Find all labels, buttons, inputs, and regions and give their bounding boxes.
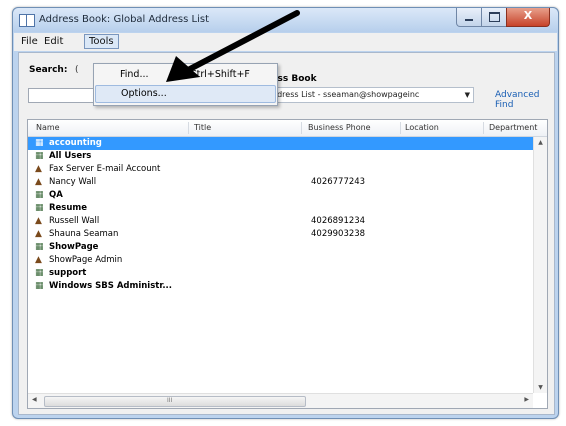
menu-file[interactable]: File — [18, 36, 41, 47]
column-header-business-phone[interactable]: Business Phone — [308, 123, 371, 132]
contact-name: Shauna Seaman — [49, 229, 119, 239]
group-contact-icon: ▦ — [35, 138, 44, 148]
group-contact-icon: ▦ — [35, 151, 44, 161]
address-book-window: Address Book: Global Address List X File… — [12, 7, 559, 419]
contact-name: ShowPage Admin — [49, 255, 123, 265]
contact-name: support — [49, 268, 87, 278]
group-contact-icon: ▦ — [35, 190, 44, 200]
address-book-icon — [19, 14, 35, 27]
scroll-right-icon[interactable]: ▶ — [524, 396, 529, 403]
group-contact-icon: ▦ — [35, 203, 44, 213]
user-contact-icon: ▲ — [35, 229, 42, 239]
search-mode-radio[interactable]: ( — [75, 65, 79, 75]
maximize-icon — [489, 12, 500, 22]
vertical-scrollbar[interactable]: ▲ ▼ — [533, 137, 547, 393]
list-item[interactable]: ▲ Nancy Wall 4026777243 — [28, 176, 533, 189]
contact-name: ShowPage — [49, 242, 99, 252]
contact-name: QA — [49, 190, 63, 200]
contact-name: Russell Wall — [49, 216, 100, 226]
column-header-department[interactable]: Department — [489, 123, 537, 132]
list-item[interactable]: ▦ All Users — [28, 150, 533, 163]
scroll-grip: III — [167, 397, 173, 404]
column-divider[interactable] — [483, 122, 484, 134]
close-button[interactable]: X — [506, 8, 550, 27]
scroll-down-icon[interactable]: ▼ — [534, 384, 547, 391]
business-phone: 4026777243 — [311, 177, 366, 187]
list-item[interactable]: ▦ Resume — [28, 202, 533, 215]
scroll-up-icon[interactable]: ▲ — [534, 139, 547, 146]
advanced-find-link[interactable]: Advanced Find — [495, 90, 554, 110]
list-rows: ▦ accounting ▦ All Users ▲ Fax Server E-mail … — [28, 137, 533, 293]
user-contact-icon: ▲ — [35, 255, 42, 265]
maximize-button[interactable] — [481, 8, 507, 27]
list-item[interactable]: ▦ QA — [28, 189, 533, 202]
contact-name: accounting — [49, 138, 102, 148]
list-item[interactable]: ▦ accounting — [28, 137, 533, 150]
close-icon: X — [523, 9, 533, 22]
user-contact-icon: ▲ — [35, 177, 42, 187]
list-item[interactable]: ▦ Windows SBS Administr... — [28, 280, 533, 293]
business-phone: 4026891234 — [311, 216, 366, 226]
horizontal-scrollbar[interactable]: ◀ III ▶ — [28, 393, 533, 408]
contact-name: Resume — [49, 203, 88, 213]
minimize-button[interactable] — [456, 8, 482, 27]
search-label: Search: — [29, 65, 68, 75]
group-contact-icon: ▦ — [35, 242, 44, 252]
address-book-select[interactable]: al Address List - sseaman@showpageinc ▼ — [252, 87, 474, 103]
menu-edit[interactable]: Edit — [41, 36, 66, 47]
address-list: Name Title Business Phone Location Depar… — [27, 119, 548, 409]
list-item[interactable]: ▦ ShowPage — [28, 241, 533, 254]
contact-name: Windows SBS Administr... — [49, 281, 173, 291]
contact-name: Nancy Wall — [49, 177, 97, 187]
column-header-name[interactable]: Name — [36, 123, 60, 132]
list-item[interactable]: ▲ Russell Wall 4026891234 — [28, 215, 533, 228]
group-contact-icon: ▦ — [35, 268, 44, 278]
list-header: Name Title Business Phone Location Depar… — [28, 120, 547, 137]
column-divider[interactable] — [301, 122, 302, 134]
address-book-select-value: al Address List - sseaman@showpageinc — [257, 90, 420, 99]
list-item[interactable]: ▲ Shauna Seaman 4029903238 — [28, 228, 533, 241]
options-label: Options... — [121, 88, 167, 99]
column-divider[interactable] — [400, 122, 401, 134]
column-header-title[interactable]: Title — [194, 123, 211, 132]
column-header-location[interactable]: Location — [405, 123, 439, 132]
user-contact-icon: ▲ — [35, 164, 42, 174]
menu-item-options[interactable]: Options... — [95, 85, 276, 103]
contact-name: Fax Server E-mail Account — [49, 164, 161, 174]
title-bar[interactable]: Address Book: Global Address List X — [13, 8, 558, 32]
list-item[interactable]: ▲ ShowPage Admin — [28, 254, 533, 267]
group-contact-icon: ▦ — [35, 281, 44, 291]
window-title: Address Book: Global Address List — [39, 14, 209, 25]
list-item[interactable]: ▦ support — [28, 267, 533, 280]
find-label: Find... — [120, 69, 149, 80]
business-phone: 4029903238 — [311, 229, 366, 239]
menu-bar: File Edit Tools — [14, 33, 557, 51]
column-divider[interactable] — [188, 122, 189, 134]
list-item[interactable]: ▲ Fax Server E-mail Account — [28, 163, 533, 176]
scroll-left-icon[interactable]: ◀ — [32, 396, 37, 403]
tools-dropdown-menu: Find... Ctrl+Shift+F Options... — [93, 63, 278, 106]
menu-item-find[interactable]: Find... Ctrl+Shift+F — [95, 66, 276, 84]
menu-tools[interactable]: Tools — [84, 34, 119, 49]
find-shortcut: Ctrl+Shift+F — [190, 69, 250, 80]
user-contact-icon: ▲ — [35, 216, 42, 226]
horizontal-scroll-thumb[interactable]: III — [44, 396, 306, 407]
minimize-icon — [465, 19, 473, 21]
contact-name: All Users — [49, 151, 92, 161]
chevron-down-icon: ▼ — [464, 91, 470, 99]
main-panel: Search: ( ress Book al Address List - ss… — [18, 52, 555, 415]
